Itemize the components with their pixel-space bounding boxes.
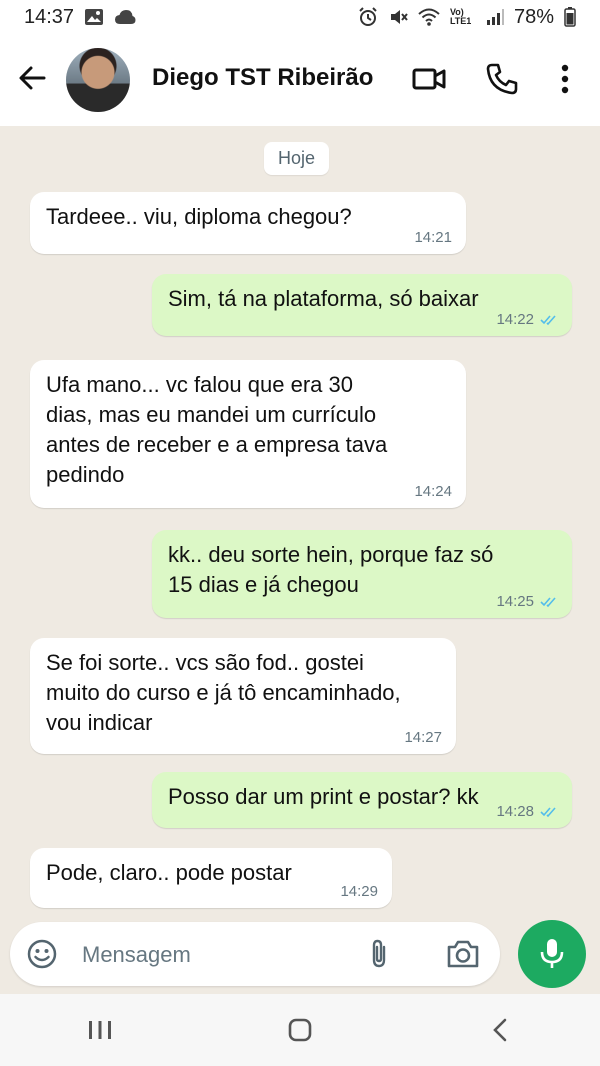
recent-apps-button[interactable]: [80, 1010, 120, 1050]
message-time: 14:29: [340, 883, 378, 900]
message-text: Tardeee.. viu, diploma chegou?: [46, 204, 352, 229]
battery-percent: 78%: [513, 5, 554, 28]
attach-icon[interactable]: [364, 938, 394, 970]
message-time: 14:24: [414, 483, 452, 500]
message-input-placeholder: Mensagem: [82, 942, 191, 967]
status-bar-right: Vo) LTE1 78%: [358, 6, 576, 29]
message-text: Pode, claro.. pode postar: [46, 860, 292, 885]
message-bubble-outgoing[interactable]: Sim, tá na plataforma, só baixar 14:22: [152, 274, 572, 336]
more-options-icon[interactable]: [550, 62, 580, 96]
back-arrow-icon[interactable]: [16, 62, 48, 94]
message-bubble-incoming[interactable]: Pode, claro.. pode postar 14:29: [30, 848, 392, 908]
network-label: Vo) LTE1: [449, 7, 472, 26]
contact-name[interactable]: Diego TST Ribeirão: [152, 64, 373, 92]
alarm-icon: [359, 7, 377, 26]
message-bubble-incoming[interactable]: Ufa mano... vc falou que era 30 dias, ma…: [30, 360, 466, 508]
message-meta: 14:27: [404, 730, 442, 746]
camera-icon[interactable]: [446, 938, 480, 970]
chat-header: Diego TST Ribeirão: [0, 34, 600, 126]
gallery-icon: [85, 9, 104, 25]
mute-icon: [390, 10, 408, 24]
cloud-icon: [115, 10, 136, 24]
battery-icon: [564, 7, 576, 27]
contact-avatar[interactable]: [66, 48, 130, 112]
clock: 14:37: [24, 5, 75, 28]
read-ticks-icon: [540, 315, 556, 326]
home-icon: [288, 1018, 312, 1042]
back-chevron-icon: [493, 1018, 507, 1042]
message-text: Sim, tá na plataforma, só baixar: [168, 286, 479, 311]
status-bar-left: 14:37: [24, 6, 136, 29]
message-meta: 14:21: [414, 230, 452, 246]
voice-call-icon[interactable]: [485, 62, 519, 96]
status-bar: 14:37 Vo) LTE1 78%: [0, 0, 600, 34]
home-button[interactable]: [280, 1010, 320, 1050]
date-chip: Hoje: [264, 142, 330, 175]
message-time: 14:21: [414, 229, 452, 246]
message-time: 14:25: [496, 593, 534, 610]
message-meta: 14:24: [414, 484, 452, 500]
read-ticks-icon: [540, 597, 556, 608]
wifi-icon: [418, 8, 440, 26]
message-meta: 14:25: [496, 594, 558, 610]
emoji-icon[interactable]: [26, 938, 58, 970]
message-meta: 14:29: [340, 884, 378, 900]
message-bubble-outgoing[interactable]: kk.. deu sorte hein, porque faz só 15 di…: [152, 530, 572, 618]
message-text: Ufa mano... vc falou que era 30 dias, ma…: [46, 372, 388, 487]
message-bubble-incoming[interactable]: Se foi sorte.. vcs são fod.. gostei muit…: [30, 638, 456, 754]
message-meta: 14:22: [496, 312, 558, 328]
system-navigation-bar: [0, 994, 600, 1066]
message-text: Se foi sorte.. vcs são fod.. gostei muit…: [46, 650, 401, 735]
read-ticks-icon: [540, 807, 556, 818]
message-meta: 14:28: [496, 804, 558, 820]
message-time: 14:27: [404, 729, 442, 746]
message-time: 14:28: [496, 803, 534, 820]
back-button[interactable]: [480, 1010, 520, 1050]
voice-message-button[interactable]: [518, 920, 586, 988]
signal-icon: [486, 9, 504, 25]
chat-area[interactable]: Hoje Tardeee.. viu, diploma chegou? 14:2…: [0, 126, 600, 916]
message-bubble-incoming[interactable]: Tardeee.. viu, diploma chegou? 14:21: [30, 192, 466, 254]
microphone-icon: [540, 939, 564, 968]
message-text: kk.. deu sorte hein, porque faz só 15 di…: [168, 542, 494, 597]
recent-apps-icon: [89, 1021, 111, 1039]
message-time: 14:22: [496, 311, 534, 328]
message-composer: Mensagem: [0, 916, 600, 994]
video-call-icon[interactable]: [412, 62, 446, 96]
message-bubble-outgoing[interactable]: Posso dar um print e postar? kk 14:28: [152, 772, 572, 828]
message-input[interactable]: Mensagem: [10, 922, 500, 986]
